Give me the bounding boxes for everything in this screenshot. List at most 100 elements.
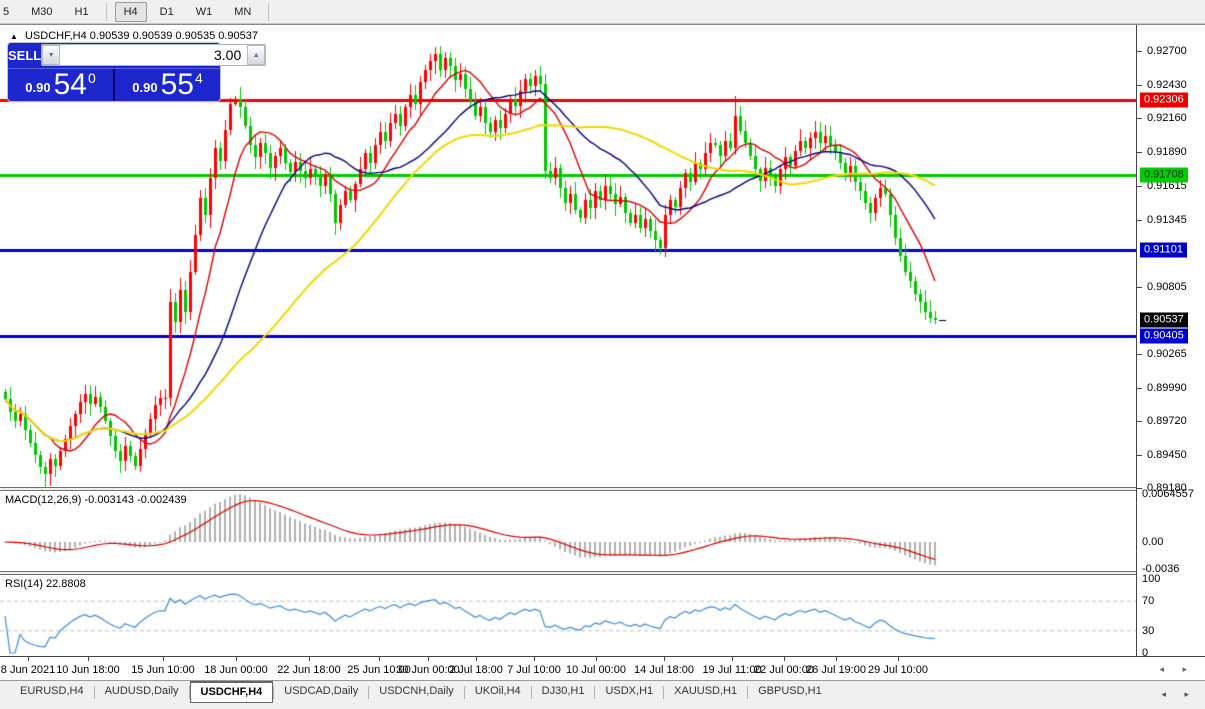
price-level-badge: 0.91101 — [1140, 242, 1187, 257]
time-axis-tick — [163, 657, 164, 661]
tab-usdchf-h4[interactable]: USDCHF,H4 — [190, 681, 274, 703]
timeframe-button-w1[interactable]: W1 — [187, 2, 222, 22]
timeframe-button-mn[interactable]: MN — [225, 2, 260, 22]
time-axis-label: 7 Jul 10:00 — [507, 664, 561, 676]
buy-price-sup: 4 — [195, 70, 203, 86]
timeframe-toolbar: 5M30H1 H4D1W1MN — [0, 0, 1205, 24]
price-axis-label: 0.89450 — [1147, 449, 1187, 461]
time-axis-tick — [379, 657, 380, 661]
timeframe-button-m30[interactable]: M30 — [22, 2, 61, 22]
price-axis-label: 0.89990 — [1147, 382, 1187, 394]
rsi-indicator-chart[interactable] — [0, 575, 1136, 656]
macd-axis-label: 0.0064557 — [1142, 488, 1194, 500]
time-axis-label: 10 Jun 18:00 — [56, 664, 120, 676]
time-axis[interactable]: 8 Jun 202110 Jun 18:00 15 Jun 10:00 18 Jun… — [0, 656, 1205, 681]
time-axis-tick — [88, 657, 89, 661]
symbol-tab-bar: EURUSD,H4AUDUSD,DailyUSDCHF,H4USDCAD,Dai… — [0, 680, 1205, 709]
tab-audusd-daily[interactable]: AUDUSD,Daily — [95, 682, 189, 701]
price-level-badge: 0.90537 — [1140, 313, 1188, 328]
chart-symbol: USDCHF,H4 — [25, 30, 87, 42]
volume-spinner: ▼ ▲ — [41, 44, 266, 66]
tab-usdcad-daily[interactable]: USDCAD,Daily — [274, 682, 368, 701]
price-axis-label: 0.91345 — [1147, 214, 1187, 226]
time-axis-tick — [784, 657, 785, 661]
rsi-axis-label: 30 — [1142, 625, 1154, 637]
time-axis-label: 15 Jun 10:00 — [131, 664, 195, 676]
tab-xauusd-h1[interactable]: XAUUSD,H1 — [664, 682, 747, 701]
time-axis-tick — [898, 657, 899, 661]
timeframe-button-d1[interactable]: D1 — [151, 2, 183, 22]
time-axis-tick — [428, 657, 429, 661]
tab-ukoil-h4[interactable]: UKOil,H4 — [465, 682, 531, 701]
chart-ohlc-quotes: 0.90539 0.90539 0.90535 0.90537 — [90, 30, 258, 42]
timeframe-button-5[interactable]: 5 — [0, 2, 18, 22]
time-axis-tick — [534, 657, 535, 661]
price-axis-label: 0.89720 — [1147, 415, 1187, 427]
tab-usdx-h1[interactable]: USDX,H1 — [595, 682, 663, 701]
time-axis-label: 14 Jul 18:00 — [634, 664, 694, 676]
rsi-axis-label: 70 — [1142, 595, 1154, 607]
tab-usdcnh-daily[interactable]: USDCNH,Daily — [369, 682, 464, 701]
macd-values: -0.003143 -0.002439 — [84, 494, 186, 506]
time-axis-tick — [596, 657, 597, 661]
buy-button[interactable]: BUY — [266, 48, 293, 63]
price-axis-label: 0.91890 — [1147, 146, 1187, 158]
rsi-value: 22.8808 — [46, 578, 86, 590]
sell-price-big: 54 — [54, 72, 87, 98]
time-axis-label: 26 Jul 19:00 — [806, 664, 866, 676]
macd-axis-label: 0.00 — [1142, 536, 1163, 548]
price-level-badge: 0.90405 — [1140, 329, 1188, 344]
time-axis-tick — [476, 657, 477, 661]
time-axis-label: 2 Jul 18:00 — [449, 664, 503, 676]
tab-gbpusd-h1[interactable]: GBPUSD,H1 — [748, 682, 832, 701]
sell-price-sup: 0 — [88, 70, 96, 86]
price-axis-label: 0.92160 — [1147, 112, 1187, 124]
sell-button[interactable]: SELL — [8, 48, 41, 63]
chart-scroll-arrows[interactable]: ◂ ▸ — [1159, 664, 1195, 675]
time-axis-label: 22 Jul 00:00 — [754, 664, 814, 676]
rsi-label: RSI(14) 22.8808 — [5, 578, 86, 590]
volume-decrease-button[interactable]: ▼ — [42, 45, 60, 65]
time-axis-label: 8 Jun 2021 — [1, 664, 55, 676]
time-axis-tick — [664, 657, 665, 661]
toolbar-separator — [106, 3, 107, 21]
time-axis-tick — [236, 657, 237, 661]
timeframe-button-h1[interactable]: H1 — [66, 2, 98, 22]
rsi-name: RSI(14) — [5, 578, 43, 590]
chart-title: ▲ USDCHF,H4 0.90539 0.90539 0.90535 0.90… — [10, 30, 258, 42]
time-axis-label: 19 Jul 11:00 — [702, 664, 761, 676]
time-axis-label: 29 Jul 10:00 — [868, 664, 928, 676]
buy-price-prefix: 0.90 — [132, 80, 157, 95]
sell-price-display[interactable]: 0.90 54 0 — [8, 69, 115, 101]
one-click-trade-panel: SELL ▼ ▲ BUY 0.90 54 0 0.90 55 4 — [8, 43, 220, 101]
time-axis-tick — [309, 657, 310, 661]
tab-scroll-arrows[interactable]: ◂ ▸ — [1161, 689, 1197, 700]
price-level-badge: 0.92306 — [1140, 93, 1188, 108]
price-axis-label: 0.90805 — [1147, 281, 1187, 293]
price-axis-label: 0.90265 — [1147, 348, 1187, 360]
price-axis-label: 0.92430 — [1147, 79, 1187, 91]
macd-label: MACD(12,26,9) -0.003143 -0.002439 — [5, 494, 187, 506]
rsi-axis-label: 100 — [1142, 573, 1160, 585]
price-level-badge: 0.91708 — [1140, 167, 1188, 182]
time-axis-label: 10 Jul 00:00 — [566, 664, 626, 676]
toolbar-separator — [268, 3, 269, 21]
timeframe-button-h4[interactable]: H4 — [115, 2, 147, 22]
time-axis-label: 18 Jun 00:00 — [204, 664, 268, 676]
tab-eurusd-h4[interactable]: EURUSD,H4 — [10, 682, 94, 701]
macd-name: MACD(12,26,9) — [5, 494, 81, 506]
volume-input[interactable] — [60, 45, 247, 65]
price-axis-label: 0.92700 — [1147, 45, 1187, 57]
time-axis-tick — [836, 657, 837, 661]
collapse-icon[interactable]: ▲ — [10, 32, 18, 41]
buy-price-big: 55 — [161, 72, 194, 98]
sell-price-prefix: 0.90 — [25, 80, 50, 95]
tab-dj30-h1[interactable]: DJ30,H1 — [532, 682, 595, 701]
time-axis-tick — [732, 657, 733, 661]
chart-window: ▲ USDCHF,H4 0.90539 0.90539 0.90535 0.90… — [0, 24, 1205, 656]
time-axis-label: 22 Jun 18:00 — [277, 664, 341, 676]
time-axis-tick — [28, 657, 29, 661]
volume-increase-button[interactable]: ▲ — [247, 45, 265, 65]
price-axis[interactable]: 0.927000.924300.921600.918900.916150.913… — [1136, 25, 1205, 656]
buy-price-display[interactable]: 0.90 55 4 — [115, 69, 220, 101]
